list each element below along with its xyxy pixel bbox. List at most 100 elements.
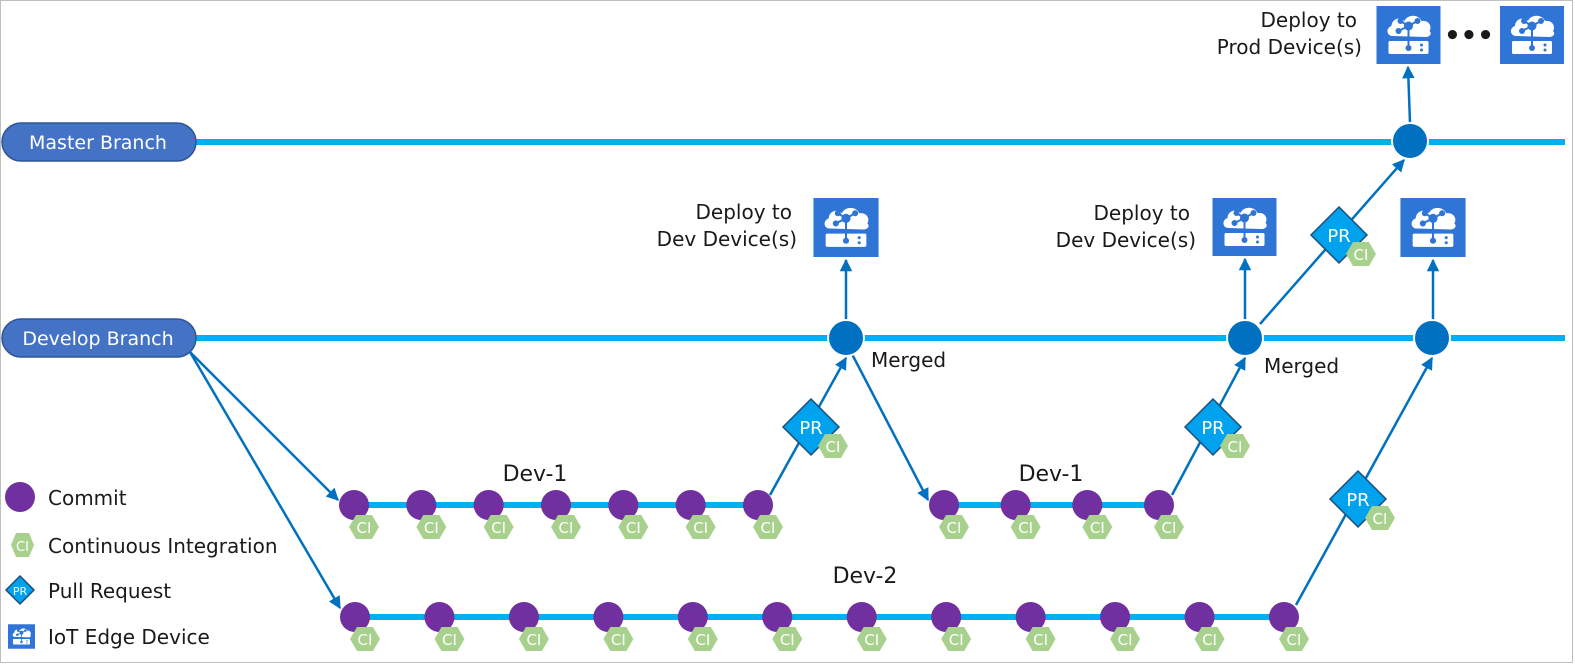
deploy-prod-label-line2: Prod Device(s) (1217, 35, 1362, 59)
git-flow-diagram: CI CI CI CI CI CI CI CI CI CI CICI CI CI CI CI CI CI CI CI… (1, 6, 1565, 651)
ci-label: CI (826, 438, 841, 456)
ci-label: CI (526, 631, 541, 649)
pull-request-badge: PRCI (781, 397, 848, 458)
ci-label: CI (611, 631, 626, 649)
ci-label: CI (947, 519, 962, 537)
legend-label: Pull Request (48, 579, 171, 603)
commit-node: CI (931, 602, 972, 651)
ci-label: CI (1287, 631, 1302, 649)
commit-node: CI (340, 602, 380, 651)
ci-label: CI (780, 631, 795, 649)
legend-item-ci: CI Continuous Integration (11, 533, 278, 558)
commit-node: CI (1015, 602, 1056, 651)
deploy-dev-label-line2: Dev Device(s) (657, 227, 797, 251)
dev1-first-label: Dev-1 (503, 462, 568, 487)
ci-label: CI (442, 631, 457, 649)
legend: Commit CI Continuous Integration PR Pull… (4, 482, 278, 649)
more-devices-ellipsis: ••• (1444, 21, 1494, 51)
deploy-prod-label-line1: Deploy to (1261, 8, 1357, 32)
ci-icon-text: CI (16, 540, 29, 555)
dev2-label: Dev-2 (833, 564, 898, 589)
commit-node: CI (508, 602, 549, 651)
iot-edge-device-icon (1376, 6, 1441, 64)
pr-label: PR (1201, 418, 1224, 439)
ci-label: CI (1018, 519, 1033, 537)
commit-node: CI (846, 602, 887, 651)
iot-edge-device-icon (1400, 198, 1466, 257)
master-branch-pill: Master Branch (1, 122, 197, 162)
develop-merge-node (1226, 319, 1264, 357)
commit-node: CI (762, 602, 803, 651)
develop-merge-node (827, 319, 865, 357)
legend-label: IoT Edge Device (48, 625, 210, 649)
master-release-node (1391, 122, 1429, 160)
commit-node: CI (593, 602, 634, 651)
commit-node: CI (541, 490, 581, 539)
ci-label: CI (559, 519, 574, 537)
ci-label: CI (1162, 519, 1177, 537)
commit-node: CI (473, 490, 514, 539)
ci-label: CI (357, 519, 372, 537)
ci-label: CI (358, 631, 373, 649)
develop-to-dev1-second-arrow (850, 353, 930, 502)
commit-node: CI (677, 602, 718, 651)
legend-label: Commit (48, 486, 127, 510)
commit-node: CI (1184, 602, 1225, 651)
develop-branch-label: Develop Branch (22, 328, 173, 350)
commit-node: CI (929, 490, 969, 539)
ci-label: CI (949, 631, 964, 649)
develop-branch-pill: Develop Branch (1, 318, 197, 358)
ci-label: CI (1354, 246, 1369, 264)
iot-edge-device-icon (813, 198, 879, 257)
ci-label: CI (1118, 631, 1133, 649)
pr-label: PR (1327, 226, 1350, 247)
iot-edge-device-icon (8, 624, 35, 649)
commit-icon (5, 482, 35, 512)
ci-label: CI (1090, 519, 1105, 537)
legend-item-pr: PR Pull Request (4, 574, 171, 606)
ci-label: CI (1202, 631, 1217, 649)
commit-node: CI (608, 490, 649, 539)
pull-request-badge: PRCI (1309, 205, 1376, 266)
deploy-prod-arrow (1402, 65, 1415, 124)
iot-edge-device-icon (1499, 6, 1565, 64)
deploy-dev-label-line2: Dev Device(s) (1056, 228, 1196, 252)
ci-label: CI (491, 519, 506, 537)
pr-label: PR (799, 418, 822, 439)
ci-label: CI (695, 631, 710, 649)
develop-merge-node (1413, 319, 1451, 357)
ci-label: CI (626, 519, 641, 537)
pull-request-badge: PRCI (1328, 469, 1395, 530)
commits-group: CI CI CI CI CI CI CI CI CI CI CI CI CI CI CI CI CI CI CI CI… (339, 490, 1309, 651)
commit-node: CI (675, 490, 716, 539)
merged-label: Merged (871, 348, 946, 372)
commit-node: CI (1100, 602, 1141, 651)
ci-label: CI (864, 631, 879, 649)
deploy-dev-label-line1: Deploy to (1094, 201, 1190, 225)
ci-label: CI (1228, 438, 1243, 456)
legend-label: Continuous Integration (48, 534, 278, 558)
pr-label: PR (1346, 490, 1369, 511)
commit-node: CI (1000, 490, 1041, 539)
ci-label: CI (424, 519, 439, 537)
master-branch-label: Master Branch (29, 132, 167, 154)
ci-label: CI (693, 519, 708, 537)
commit-node: CI (1269, 602, 1309, 651)
commit-node: CI (1144, 490, 1184, 539)
dev1-second-label: Dev-1 (1019, 462, 1084, 487)
commit-node: CI (406, 490, 447, 539)
deploy-dev-label-line1: Deploy to (696, 200, 792, 224)
ci-label: CI (1373, 510, 1388, 528)
ci-label: CI (1033, 631, 1048, 649)
commit-node: CI (743, 490, 783, 539)
commit-node: CI (339, 490, 379, 539)
merged-label: Merged (1264, 354, 1339, 378)
legend-item-commit: Commit (5, 482, 127, 512)
ci-label: CI (761, 519, 776, 537)
legend-item-iot-device: IoT Edge Device (8, 624, 210, 649)
pr-icon-text: PR (13, 585, 28, 598)
commit-node: CI (424, 602, 465, 651)
commit-node: CI (1072, 490, 1113, 539)
iot-edge-device-icon (1212, 198, 1277, 256)
pull-request-badge: PRCI (1183, 397, 1250, 458)
